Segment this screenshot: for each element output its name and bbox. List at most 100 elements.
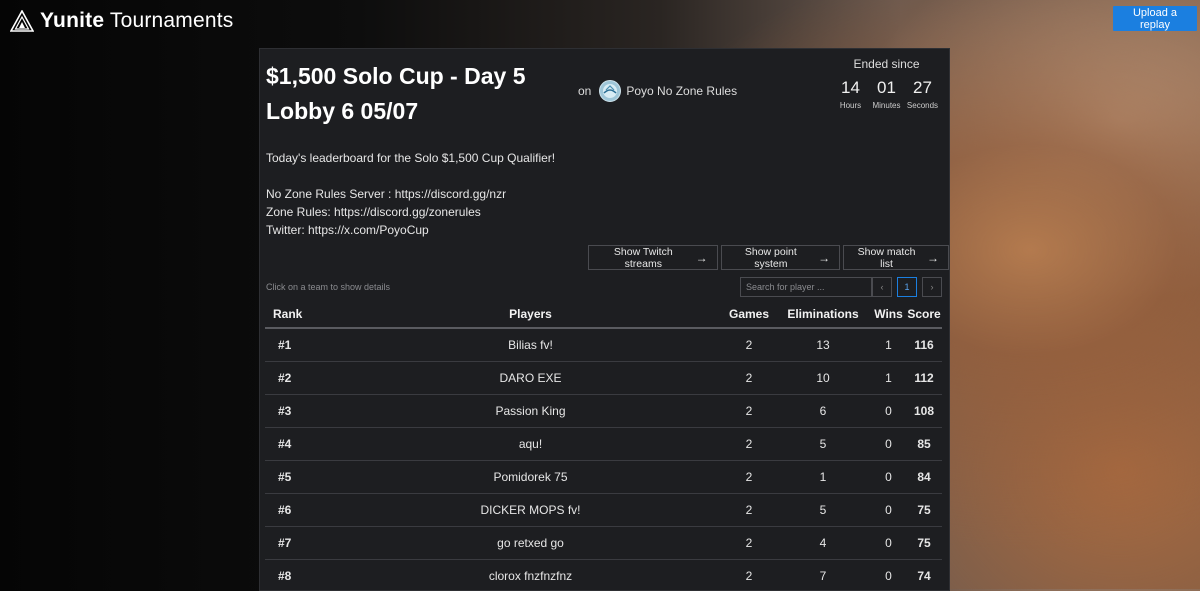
table-row[interactable]: #2 DARO EXE 2 10 1 112 [265, 362, 942, 395]
wins-cell: 0 [871, 461, 906, 494]
description-line: Twitter: https://x.com/PoyoCup [266, 221, 555, 239]
player-cell: DICKER MOPS fv! [338, 494, 723, 527]
wins-cell: 0 [871, 395, 906, 428]
show-twitch-streams-button[interactable]: Show Twitch streams → [588, 245, 718, 270]
wins-cell: 1 [871, 362, 906, 395]
score-cell: 74 [906, 560, 942, 591]
countdown-minutes: 01 Minutes [870, 78, 903, 110]
player-search-input[interactable] [740, 277, 872, 297]
countdown-value: 01 [877, 78, 896, 98]
countdown-value: 14 [841, 78, 860, 98]
player-cell: aqu! [338, 428, 723, 461]
page-button-current[interactable]: 1 [897, 277, 917, 297]
countdown-hours: 14 Hours [834, 78, 867, 110]
arrow-right-icon: → [818, 251, 830, 265]
brand-logo[interactable]: Yunite Tournaments [10, 9, 233, 33]
player-cell: Passion King [338, 395, 723, 428]
wins-cell: 0 [871, 560, 906, 591]
description-line: No Zone Rules Server : https://discord.g… [266, 185, 555, 203]
table-row[interactable]: #5 Pomidorek 75 2 1 0 84 [265, 461, 942, 494]
organizer-name: Poyo No Zone Rules [626, 84, 737, 98]
score-cell: 116 [906, 328, 942, 362]
eliminations-cell: 1 [775, 461, 871, 494]
score-cell: 85 [906, 428, 942, 461]
column-header-eliminations: Eliminations [775, 300, 871, 328]
eliminations-cell: 7 [775, 560, 871, 591]
player-cell: Bilias fv! [338, 328, 723, 362]
games-cell: 2 [723, 527, 775, 560]
score-cell: 75 [906, 527, 942, 560]
countdown-unit: Hours [840, 101, 861, 110]
eliminations-cell: 13 [775, 328, 871, 362]
games-cell: 2 [723, 395, 775, 428]
description-line: Zone Rules: https://discord.gg/zonerules [266, 203, 555, 221]
score-cell: 84 [906, 461, 942, 494]
table-row[interactable]: #6 DICKER MOPS fv! 2 5 0 75 [265, 494, 942, 527]
eliminations-cell: 5 [775, 494, 871, 527]
countdown: 14 Hours 01 Minutes 27 Seconds [834, 78, 939, 110]
next-page-button[interactable]: › [922, 277, 942, 297]
column-header-games: Games [723, 300, 775, 328]
action-buttons: Show Twitch streams → Show point system … [588, 245, 949, 270]
wins-cell: 0 [871, 428, 906, 461]
table-row[interactable]: #4 aqu! 2 5 0 85 [265, 428, 942, 461]
tournament-title: $1,500 Solo Cup - Day 5 Lobby 6 05/07 [266, 59, 571, 129]
player-cell: go retxed go [338, 527, 723, 560]
eliminations-cell: 4 [775, 527, 871, 560]
ended-label: Ended since [834, 57, 939, 71]
arrow-right-icon: → [696, 251, 708, 265]
score-cell: 112 [906, 362, 942, 395]
button-label: Show match list [853, 246, 920, 270]
rank-cell: #8 [265, 560, 338, 591]
score-cell: 108 [906, 395, 942, 428]
column-header-players: Players [338, 300, 723, 328]
wins-cell: 1 [871, 328, 906, 362]
leaderboard-table: Rank Players Games Eliminations Wins Sco… [265, 300, 942, 591]
rank-cell: #5 [265, 461, 338, 494]
button-label: Show Twitch streams [598, 246, 689, 270]
organizer-on-label: on [578, 84, 591, 98]
games-cell: 2 [723, 560, 775, 591]
player-cell: clorox fnzfnzfnz [338, 560, 723, 591]
player-cell: DARO EXE [338, 362, 723, 395]
pagination: ‹ 1 › [872, 277, 942, 297]
tournament-panel: $1,500 Solo Cup - Day 5 Lobby 6 05/07 on… [259, 48, 950, 591]
table-row[interactable]: #1 Bilias fv! 2 13 1 116 [265, 328, 942, 362]
button-label: Show point system [731, 246, 811, 270]
show-point-system-button[interactable]: Show point system → [721, 245, 840, 270]
ended-status: Ended since 14 Hours 01 Minutes 27 Secon… [834, 57, 939, 110]
brand-name: Yunite Tournaments [40, 9, 233, 33]
games-cell: 2 [723, 362, 775, 395]
rank-cell: #6 [265, 494, 338, 527]
countdown-seconds: 27 Seconds [906, 78, 939, 110]
score-cell: 75 [906, 494, 942, 527]
games-cell: 2 [723, 428, 775, 461]
eliminations-cell: 10 [775, 362, 871, 395]
column-header-rank: Rank [265, 300, 338, 328]
games-cell: 2 [723, 328, 775, 362]
show-match-list-button[interactable]: Show match list → [843, 245, 949, 270]
games-cell: 2 [723, 494, 775, 527]
top-bar: Yunite Tournaments Upload a replay [0, 0, 1200, 44]
countdown-unit: Minutes [872, 101, 900, 110]
eliminations-cell: 5 [775, 428, 871, 461]
wins-cell: 0 [871, 527, 906, 560]
description-intro: Today's leaderboard for the Solo $1,500 … [266, 149, 555, 167]
organizer[interactable]: on Poyo No Zone Rules [578, 80, 737, 102]
rank-cell: #3 [265, 395, 338, 428]
tournament-description: Today's leaderboard for the Solo $1,500 … [266, 149, 555, 239]
player-cell: Pomidorek 75 [338, 461, 723, 494]
table-row[interactable]: #7 go retxed go 2 4 0 75 [265, 527, 942, 560]
rank-cell: #4 [265, 428, 338, 461]
countdown-unit: Seconds [907, 101, 938, 110]
rank-cell: #7 [265, 527, 338, 560]
table-row[interactable]: #8 clorox fnzfnzfnz 2 7 0 74 [265, 560, 942, 591]
upload-replay-button[interactable]: Upload a replay [1113, 6, 1197, 31]
rank-cell: #1 [265, 328, 338, 362]
prev-page-button[interactable]: ‹ [872, 277, 892, 297]
table-row[interactable]: #3 Passion King 2 6 0 108 [265, 395, 942, 428]
rank-cell: #2 [265, 362, 338, 395]
yunite-logo-icon [10, 10, 34, 32]
arrow-right-icon: → [927, 251, 939, 265]
countdown-value: 27 [913, 78, 932, 98]
